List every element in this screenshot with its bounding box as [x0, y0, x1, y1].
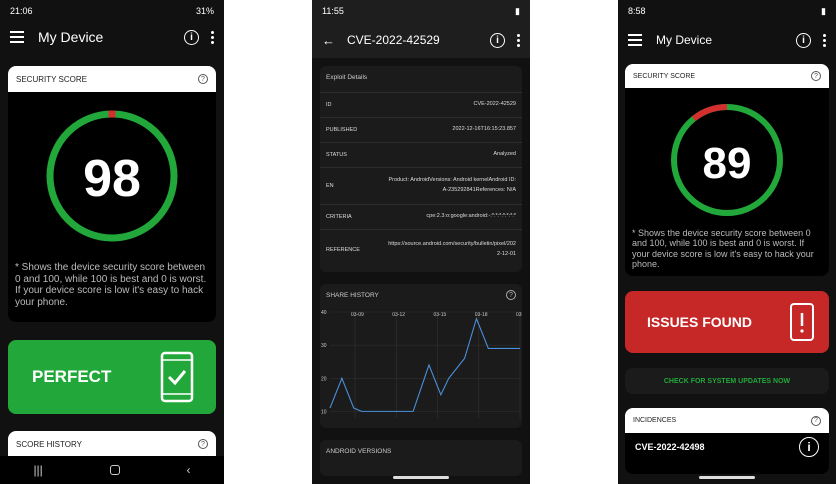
share-history-card: SHARE HISTORY ? 03-09 03-12 03-15 03-18 03-2… — [320, 284, 522, 428]
incidence-id: CVE-2022-42498 — [635, 442, 705, 452]
x-tick-label: 03-21 — [516, 312, 522, 318]
android-nav-bar: ||| ‹ — [0, 456, 224, 484]
help-icon[interactable]: ? — [811, 415, 821, 426]
security-score-card: SECURITY SCORE ? 89 * Shows the device s… — [625, 64, 829, 276]
row-key: REFERENCE — [326, 246, 360, 253]
phone-screen-3: 8:58 ▮ My Device i SECURITY SCORE ? 89 *… — [618, 0, 836, 484]
more-options-icon[interactable] — [517, 33, 520, 47]
row-key: CRITERIA — [326, 214, 352, 220]
share-history-chart: 03-09 03-12 03-15 03-18 03-21 10 20 30 40 — [321, 310, 522, 418]
check-updates-button[interactable]: CHECK FOR SYSTEM UPDATES NOW — [625, 368, 829, 394]
info-icon[interactable]: i — [796, 32, 811, 48]
home-indicator[interactable] — [699, 476, 755, 479]
row-value: Product: AndroidVersions: Android kernel… — [388, 177, 517, 193]
phone-screen-1: 21:06 31% My Device i SECURITY SCORE ? 9… — [0, 0, 224, 484]
detail-row: ID CVE-2022-42529 — [320, 92, 522, 117]
back-icon[interactable]: ‹ — [187, 463, 191, 477]
row-value[interactable]: https://source.android.com/security/bull… — [366, 240, 516, 260]
incidences-card: INCIDENCES ? CVE-2022-42498 i — [625, 408, 829, 474]
score-value: 89 — [703, 139, 752, 188]
score-value: 98 — [83, 150, 141, 208]
info-icon[interactable]: i — [490, 32, 505, 48]
score-note: * Shows the device security score betwee… — [15, 262, 207, 308]
x-tick-label: 03-15 — [434, 312, 447, 318]
security-score-card: SECURITY SCORE ? 98 * Shows the device s… — [8, 66, 216, 322]
page-title: My Device — [656, 33, 713, 47]
row-key: STATUS — [326, 152, 347, 158]
detail-row: CRITERIA cpe:2.3:o:google:android:-:*:*:… — [320, 204, 522, 229]
detail-row: STATUS Analyzed — [320, 142, 522, 167]
row-key: EN — [326, 183, 334, 189]
help-icon[interactable]: ? — [198, 74, 208, 84]
page-title: My Device — [38, 29, 104, 45]
score-ring-deficit — [691, 104, 728, 122]
card-title: SECURITY SCORE — [633, 72, 696, 80]
x-tick-label: 03-12 — [392, 312, 405, 318]
status-label: PERFECT — [32, 367, 112, 386]
status-time: 8:58 — [628, 6, 646, 16]
phone-screen-2: 11:55 ▮ ← CVE-2022-42529 i Exploit Detai… — [312, 0, 530, 484]
help-icon[interactable]: ? — [506, 290, 516, 300]
status-bar: 21:06 31% — [0, 0, 224, 22]
perfect-status-button[interactable]: PERFECT — [8, 340, 216, 414]
info-icon[interactable]: i — [799, 437, 819, 457]
status-time: 11:55 — [322, 6, 344, 16]
card-title: INCIDENCES — [633, 417, 677, 424]
phone-warning-icon — [790, 303, 814, 341]
x-tick-label: 03-18 — [475, 312, 488, 318]
info-icon[interactable]: i — [184, 29, 199, 45]
help-icon[interactable]: ? — [811, 71, 821, 81]
score-history-card: SCORE HISTORY ? — [8, 431, 216, 457]
status-battery: 31% — [195, 6, 214, 16]
y-tick-label: 10 — [321, 409, 327, 415]
card-title: SECURITY SCORE — [16, 74, 87, 84]
phone-check-icon — [160, 351, 194, 403]
card-title: SHARE HISTORY — [326, 291, 379, 299]
battery-icon: ▮ — [821, 5, 826, 16]
score-gauge: 98 — [46, 110, 178, 242]
score-gauge: 89 — [671, 104, 783, 216]
card-title: Exploit Details — [326, 74, 368, 81]
y-tick-label: 40 — [321, 310, 327, 316]
detail-row: EN Product: AndroidVersions: Android ker… — [320, 167, 522, 204]
battery-icon: ▮ — [515, 5, 520, 16]
home-indicator[interactable] — [393, 476, 449, 479]
app-bar: My Device i — [0, 22, 224, 52]
card-title: SCORE HISTORY — [16, 439, 82, 449]
app-bar: ← CVE-2022-42529 i — [312, 22, 530, 58]
menu-icon[interactable] — [628, 34, 642, 46]
status-time: 21:06 — [10, 6, 33, 16]
back-arrow-icon[interactable]: ← — [322, 33, 335, 48]
row-value: Analyzed — [493, 151, 516, 158]
detail-row: PUBLISHED 2022-12-16T16:15:23.857 — [320, 117, 522, 142]
help-icon[interactable]: ? — [198, 439, 208, 449]
android-versions-card: ANDROID VERSIONS — [320, 440, 522, 476]
more-options-icon[interactable] — [823, 33, 826, 47]
status-label: ISSUES FOUND — [647, 314, 753, 330]
x-tick-label: 03-09 — [351, 312, 364, 318]
home-icon[interactable] — [109, 465, 120, 475]
status-bar: 11:55 ▮ — [312, 0, 530, 22]
more-options-icon[interactable] — [211, 30, 214, 44]
page-title: CVE-2022-42529 — [347, 33, 440, 47]
recents-icon[interactable]: ||| — [33, 463, 42, 477]
exploit-details-card: Exploit Details ID CVE-2022-42529 PUBLIS… — [320, 66, 522, 272]
status-bar: 8:58 ▮ — [618, 0, 836, 22]
menu-icon[interactable] — [10, 31, 24, 43]
y-tick-label: 30 — [321, 343, 327, 349]
card-title: ANDROID VERSIONS — [326, 448, 392, 455]
row-key: ID — [326, 102, 332, 108]
row-value: cpe:2.3:o:google:android:-:*:*:*:*:*:*:* — [426, 213, 516, 220]
series-line — [329, 316, 520, 412]
issues-found-button[interactable]: ISSUES FOUND — [625, 291, 829, 353]
score-note: * Shows the device security score betwee… — [632, 228, 814, 270]
y-tick-label: 20 — [321, 376, 327, 382]
app-bar: My Device i — [618, 22, 836, 58]
detail-row: REFERENCE https://source.android.com/sec… — [320, 229, 522, 269]
row-key: PUBLISHED — [326, 127, 358, 133]
incidence-item[interactable]: CVE-2022-42498 i — [625, 433, 829, 461]
row-value: CVE-2022-42529 — [473, 101, 516, 108]
row-value: 2022-12-16T16:15:23.857 — [452, 126, 516, 133]
